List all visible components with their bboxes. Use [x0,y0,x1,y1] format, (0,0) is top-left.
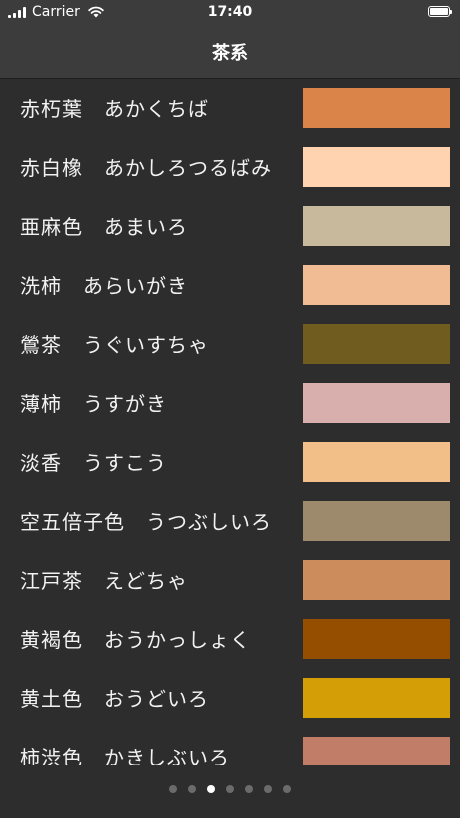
color-label: 赤朽葉 あかくちば [20,93,209,122]
color-name: 淡香 [20,451,62,475]
color-swatch [303,442,450,482]
color-swatch [303,383,450,423]
color-label: 赤白橡 あかしろつるばみ [20,152,272,181]
color-label: 江戸茶 えどちゃ [20,565,188,594]
color-name: 洗柿 [20,274,62,298]
color-label: 鶯茶 うぐいすちゃ [20,329,209,358]
color-reading: おうどいろ [104,687,209,711]
color-swatch [303,324,450,364]
page-dot[interactable] [245,785,253,793]
color-label: 洗柿 あらいがき [20,270,188,299]
color-swatch [303,206,450,246]
color-label: 柿渋色 かきしぶいろ [20,742,230,765]
color-reading: かきしぶいろ [104,746,230,765]
color-row[interactable]: 赤朽葉 あかくちば [0,79,460,138]
color-reading: うすがき [83,392,167,416]
page-dot[interactable] [264,785,272,793]
navigation-bar: 茶系 [0,26,460,79]
color-name: 鶯茶 [20,333,62,357]
color-swatch [303,88,450,128]
color-reading: あらいがき [83,274,188,298]
color-row[interactable]: 淡香 うすこう [0,433,460,492]
page-dot-active[interactable] [207,785,215,793]
color-label: 淡香 うすこう [20,447,167,476]
color-row[interactable]: 江戸茶 えどちゃ [0,551,460,610]
color-name: 赤朽葉 [20,97,83,121]
color-name: 空五倍子色 [20,510,125,534]
color-reading: あまいろ [104,215,188,239]
color-row[interactable]: 鶯茶 うぐいすちゃ [0,315,460,374]
color-swatch [303,560,450,600]
color-name: 江戸茶 [20,569,83,593]
color-row[interactable]: 黄褐色 おうかっしょく [0,610,460,669]
color-name: 赤白橡 [20,156,83,180]
color-name: 亜麻色 [20,215,83,239]
color-swatch [303,737,450,765]
page-dot[interactable] [169,785,177,793]
color-name: 柿渋色 [20,746,83,765]
color-swatch [303,619,450,659]
battery-icon [428,6,452,17]
color-reading: うすこう [83,451,167,475]
color-name: 薄柿 [20,392,62,416]
color-row[interactable]: 空五倍子色 うつぶしいろ [0,492,460,551]
color-list[interactable]: 赤朽葉 あかくちば 赤白橡 あかしろつるばみ 亜麻色 あまいろ 洗柿 あらいがき 鶯茶 … [0,79,460,765]
color-label: 亜麻色 あまいろ [20,211,188,240]
color-row[interactable]: 柿渋色 かきしぶいろ [0,728,460,765]
color-name: 黄褐色 [20,628,83,652]
color-swatch [303,678,450,718]
color-reading: えどちゃ [104,569,188,593]
status-bar: Carrier 17:40 [0,0,460,26]
color-reading: うぐいすちゃ [83,333,209,357]
color-swatch [303,147,450,187]
color-reading: うつぶしいろ [146,510,272,534]
color-label: 空五倍子色 うつぶしいろ [20,506,272,535]
page-dot[interactable] [226,785,234,793]
status-time: 17:40 [207,4,253,20]
nav-title: 茶系 [212,43,248,64]
color-row[interactable]: 赤白橡 あかしろつるばみ [0,138,460,197]
page-control[interactable] [0,782,460,796]
color-reading: あかくちば [104,97,209,121]
color-row[interactable]: 亜麻色 あまいろ [0,197,460,256]
page-dot[interactable] [283,785,291,793]
color-row[interactable]: 黄土色 おうどいろ [0,669,460,728]
color-reading: おうかっしょく [104,628,251,652]
page-dot[interactable] [188,785,196,793]
color-swatch [303,265,450,305]
color-name: 黄土色 [20,687,83,711]
color-row[interactable]: 薄柿 うすがき [0,374,460,433]
color-label: 黄褐色 おうかっしょく [20,624,251,653]
color-row[interactable]: 洗柿 あらいがき [0,256,460,315]
color-reading: あかしろつるばみ [104,156,272,180]
color-label: 黄土色 おうどいろ [20,683,209,712]
color-swatch [303,501,450,541]
color-label: 薄柿 うすがき [20,388,167,417]
